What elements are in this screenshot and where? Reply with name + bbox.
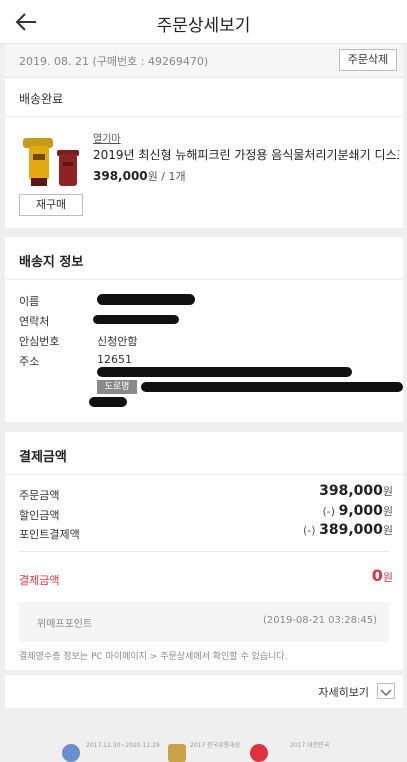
award-text-2: 2017 한국유통대상 (190, 742, 241, 749)
shipping-info-section: 배송지 정보 이름 연락처 안심번호 신청안함 주소 12651 도로명 (5, 237, 403, 422)
trophy-icon (168, 744, 186, 762)
payment-title: 결제금액 (19, 450, 67, 465)
redacted-address-line1 (97, 367, 352, 377)
details-label[interactable]: 자세히보기 (318, 684, 369, 700)
award-badge-icon (62, 744, 80, 762)
point-payment-unit: 원 (382, 524, 393, 537)
discount-value: (-) 9,000원 (323, 503, 393, 519)
top-bar: 주문상세보기 (0, 0, 407, 44)
address-label: 주소 (19, 355, 40, 368)
chevron-down-icon[interactable] (377, 683, 395, 699)
page-title: 주문상세보기 (156, 16, 251, 36)
order-amount-label: 주문금액 (19, 489, 60, 502)
product-price: 398,000 (93, 169, 148, 183)
total-payment-unit: 원 (382, 571, 393, 584)
name-label: 이름 (19, 295, 40, 308)
point-payment-prefix: (-) (303, 524, 320, 537)
footer: 2017.12.30~2020.12.29 2017 한국유통대상 2017 대… (0, 710, 407, 762)
redacted-address-line2 (141, 382, 403, 392)
receipt-notice: 결제영수증 정보는 PC 마이페이지 > 주문상세에서 확인할 수 있습니다. (19, 652, 288, 662)
order-item-section: 배송완료 열기마 2019년 최신형 뉴해피크린 가정용 음식물처리기분쇄기 디… (5, 78, 403, 228)
redacted-address-line3 (89, 397, 127, 407)
point-payment-number: 389,000 (319, 522, 383, 538)
details-toggle-row[interactable]: 자세히보기 (5, 674, 403, 708)
divider (5, 474, 403, 475)
discount-label: 할인금액 (19, 509, 60, 522)
total-payment-value: 0원 (372, 566, 393, 585)
total-payment-number: 0 (371, 566, 383, 585)
price-unit: 원 (147, 170, 158, 183)
discount-prefix: (-) (322, 505, 339, 518)
safe-number-value: 신청안함 (97, 335, 138, 348)
order-info-bar: 2019. 08. 21 (구매번호 : 49269470) 주문삭제 (5, 44, 403, 78)
divider (5, 279, 403, 280)
order-amount-unit: 원 (382, 485, 393, 498)
delivery-status: 배송완료 (19, 92, 64, 106)
award-seal-icon (250, 744, 268, 762)
payment-section: 결제금액 주문금액 398,000원 할인금액 (-) 9,000원 포인트결제… (5, 432, 403, 670)
point-payment-value: (-) 389,000원 (303, 522, 393, 538)
divider (19, 551, 389, 552)
product-quantity: / 1개 (157, 170, 186, 183)
shipping-info-title: 배송지 정보 (19, 255, 84, 270)
point-name: 위메프포인트 (37, 619, 93, 630)
redacted-name (97, 294, 195, 305)
divider (5, 116, 403, 117)
product-name[interactable]: 2019년 최신형 뉴해피크린 가정용 음식물처리기분쇄기 디스포저 (93, 146, 399, 163)
order-date-number: 2019. 08. 21 (구매번호 : 49269470) (19, 55, 209, 68)
contact-label: 연락처 (19, 315, 50, 328)
award-text-1: 2017.12.30~2020.12.29 (86, 742, 160, 749)
order-amount-number: 398,000 (319, 483, 383, 499)
discount-unit: 원 (382, 505, 393, 518)
seller-link[interactable]: 열기마 (93, 130, 121, 145)
point-timestamp: (2019-08-21 03:28:45) (262, 615, 377, 626)
safe-number-label: 안심번호 (19, 335, 60, 348)
award-text-3: 2017 대한민국 (290, 742, 330, 749)
road-address-badge: 도로명 (97, 380, 137, 394)
point-payment-label: 포인트결제액 (19, 528, 80, 541)
zipcode: 12651 (97, 353, 132, 366)
point-usage-box: 위메프포인트 (2019-08-21 03:28:45) (19, 602, 389, 642)
discount-number: 9,000 (338, 503, 383, 519)
rebuy-button[interactable]: 재구매 (19, 194, 83, 216)
product-image[interactable] (21, 132, 83, 192)
total-payment-label: 결제금액 (19, 574, 60, 587)
delete-order-button[interactable]: 주문삭제 (339, 49, 397, 71)
product-price-line: 398,000원 / 1개 (93, 168, 186, 184)
order-amount-value: 398,000원 (319, 483, 393, 499)
redacted-contact (93, 315, 179, 324)
